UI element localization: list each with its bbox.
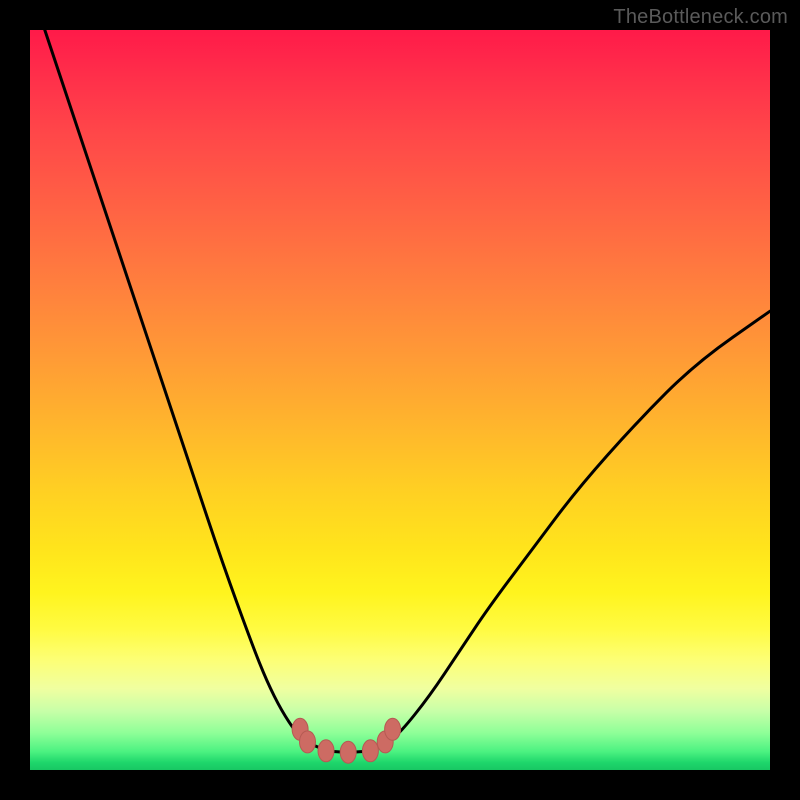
valley-marker (362, 740, 378, 762)
bottleneck-curve (45, 30, 770, 752)
curve-group (45, 30, 770, 752)
watermark-text: TheBottleneck.com (613, 6, 788, 29)
valley-marker (385, 718, 401, 740)
valley-marker (300, 731, 316, 753)
valley-marker (340, 741, 356, 763)
curve-svg (30, 30, 770, 770)
valley-marker (318, 740, 334, 762)
plot-area (30, 30, 770, 770)
chart-frame: TheBottleneck.com (0, 0, 800, 800)
valley-markers (292, 718, 401, 763)
